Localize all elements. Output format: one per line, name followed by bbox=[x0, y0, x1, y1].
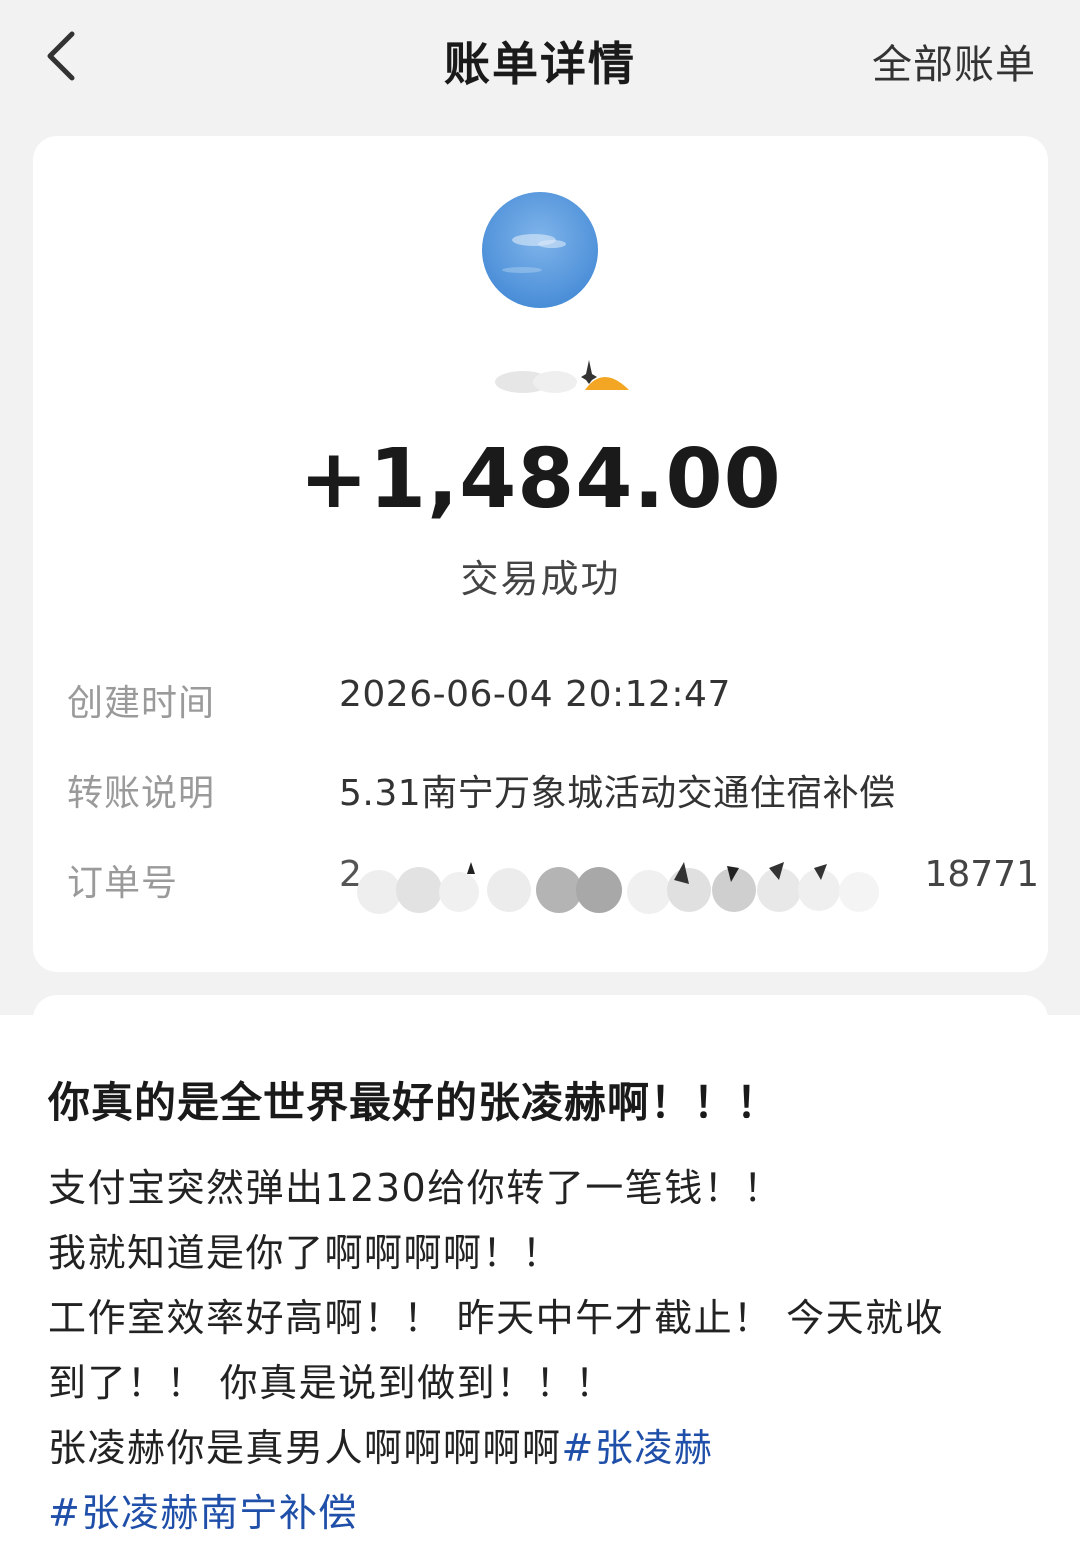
post-line: 到了！！ 你真是说到做到！！！ bbox=[48, 1361, 615, 1405]
transfer-memo-label: 转账说明 bbox=[67, 773, 216, 814]
next-card bbox=[33, 995, 1048, 1015]
transaction-amount: +1,484.00 bbox=[299, 432, 782, 527]
transfer-memo-row: 转账说明 5.31南宁万象城活动交通住宿补偿 bbox=[67, 764, 1027, 820]
top-bar: 账单详情 全部账单 bbox=[0, 0, 1080, 115]
created-time-label: 创建时间 bbox=[67, 683, 216, 724]
hashtag-link[interactable]: #张凌赫 bbox=[562, 1426, 714, 1470]
post-title: 你真的是全世界最好的张凌赫啊！！！ bbox=[48, 1078, 780, 1127]
post-line-text: 张凌赫你是真男人啊啊啊啊啊 bbox=[48, 1426, 562, 1470]
avatar[interactable] bbox=[482, 192, 598, 308]
order-number-value[interactable]: 2 18771 bbox=[339, 854, 1039, 924]
post-line: 工作室效率好高啊！！ 昨天中午才截止！ 今天就收 bbox=[48, 1296, 945, 1340]
hashtag-link[interactable]: #张凌赫南宁补偿 bbox=[48, 1491, 358, 1535]
created-time-row: 创建时间 2026-06-04 20:12:47 bbox=[67, 674, 1027, 730]
post-line: 支付宝突然弹出1230给你转了一笔钱！！ bbox=[48, 1166, 783, 1210]
bill-card: +1,484.00 交易成功 创建时间 2026-06-04 20:12:47 … bbox=[33, 136, 1048, 972]
order-number-label: 订单号 bbox=[67, 863, 179, 904]
bill-detail-screen: 账单详情 全部账单 +1,484.00 交易成功 创建时间 2026-06-04… bbox=[0, 0, 1080, 1015]
name-redaction bbox=[495, 360, 629, 393]
order-number-redaction bbox=[357, 856, 885, 918]
post-line: 我就知道是你了啊啊啊啊！！ bbox=[48, 1231, 562, 1275]
transaction-status: 交易成功 bbox=[460, 557, 621, 601]
transfer-memo-value: 5.31南宁万象城活动交通住宿补偿 bbox=[339, 773, 896, 814]
post-line-with-hashtag: 张凌赫你是真男人啊啊啊啊啊#张凌赫 bbox=[48, 1417, 713, 1472]
social-post: 你真的是全世界最好的张凌赫啊！！！ 支付宝突然弹出1230给你转了一笔钱！！ 我… bbox=[0, 1015, 1080, 1550]
order-number-row: 订单号 2 18771 bbox=[67, 854, 1039, 918]
all-bills-link[interactable]: 全部账单 bbox=[872, 32, 1036, 90]
post-line-hashtag: #张凌赫南宁补偿 bbox=[48, 1482, 358, 1537]
created-time-value: 2026-06-04 20:12:47 bbox=[339, 674, 731, 715]
